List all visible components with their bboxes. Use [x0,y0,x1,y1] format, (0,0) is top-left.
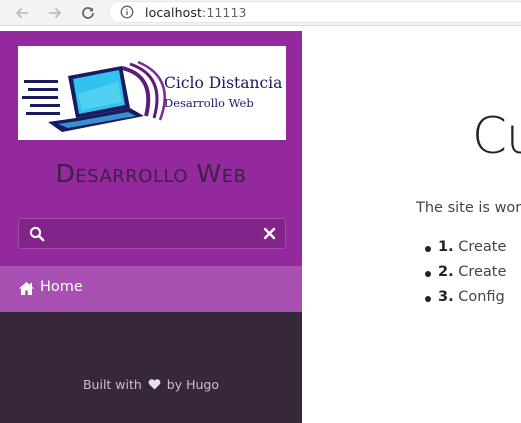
home-icon [19,282,34,295]
arrow-right-icon [49,7,62,19]
arrow-left-icon [15,7,28,19]
list-item: 3. Config [424,289,506,314]
close-icon[interactable] [263,227,276,240]
main-content: Cu The site is wor 1. Create 2. Create 3… [302,31,521,423]
step-text: Config [458,289,505,305]
step-number: 3. [438,289,454,305]
reload-icon [82,7,94,19]
page-title: Cu [472,107,521,165]
step-text: Create [458,264,507,280]
site-title[interactable]: Desarrollo Web [0,159,302,188]
site-logo[interactable]: Ciclo Distancia Desarrollo Web [18,46,286,140]
info-icon[interactable] [120,5,134,19]
list-item: 1. Create [424,239,507,264]
reload-button[interactable] [78,3,98,23]
step-text: Create [458,239,507,255]
search-icon [29,226,45,242]
heart-icon [148,379,161,390]
sidebar-item-label: Home [40,279,83,295]
search-input[interactable] [55,223,255,245]
step-number: 2. [438,264,454,280]
forward-button[interactable] [45,3,65,23]
logo-line2: Desarrollo Web [164,96,254,110]
intro-text: The site is wor [416,200,521,216]
footer-suffix[interactable]: by Hugo [167,377,219,392]
list-item: 2. Create [424,264,507,289]
footer-text: Built with by Hugo [0,377,302,392]
search-box[interactable] [18,218,286,249]
address-bar[interactable]: localhost:11113 [108,1,521,23]
sidebar-footer: Built with by Hugo [0,312,302,423]
url-port: :11113 [202,5,247,20]
sidebar-item-home[interactable]: Home [0,266,302,312]
browser-toolbar: localhost:11113 [0,0,521,26]
url-host: localhost [145,5,203,20]
step-number: 1. [438,239,454,255]
logo-line1: Ciclo Distancia [164,74,283,92]
url-text: localhost:11113 [145,5,247,20]
back-button[interactable] [12,3,32,23]
laptop-logo-icon [22,60,166,132]
footer-prefix: Built with [82,377,142,392]
sidebar: Ciclo Distancia Desarrollo Web Desarroll… [0,31,302,423]
steps-list: 1. Create 2. Create 3. Config [424,239,507,314]
